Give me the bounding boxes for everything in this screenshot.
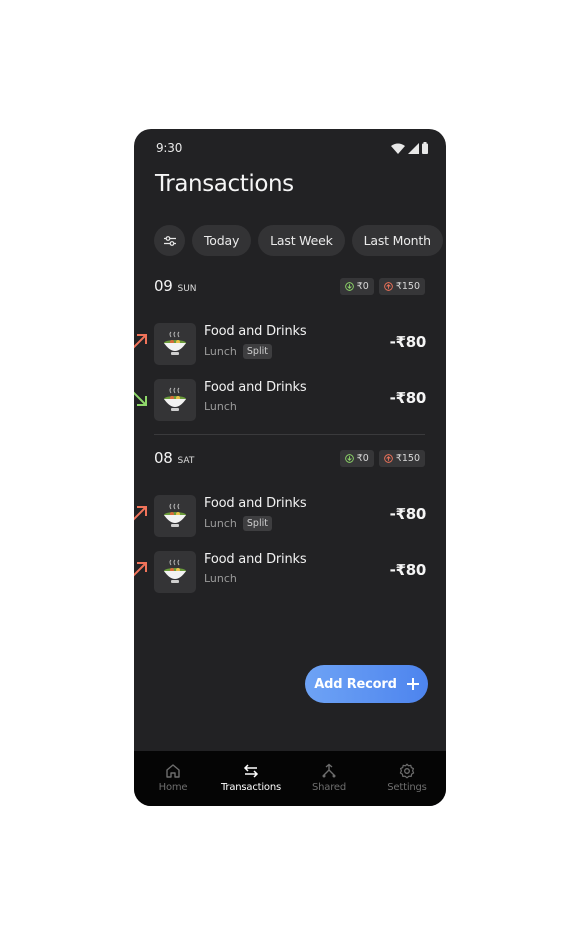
date-number: 08 (154, 449, 173, 467)
transaction-amount: -₹80 (389, 389, 427, 407)
transaction-category: Lunch (204, 345, 237, 358)
day-totals: ₹0 ₹150 (339, 449, 425, 467)
transaction-amount: -₹80 (389, 561, 427, 579)
nav-transactions[interactable]: Transactions (212, 751, 290, 806)
income-amount: ₹0 (356, 452, 369, 464)
transaction-title: Food and Drinks (204, 496, 307, 511)
nav-settings[interactable]: Settings (368, 751, 446, 806)
transaction-category: Lunch (204, 517, 237, 530)
transaction-title: Food and Drinks (204, 380, 307, 395)
phone-screen: 9:30 Transactions Today Last Week Last M… (134, 129, 446, 806)
transaction-subtitle: Lunch Split (204, 516, 272, 531)
bottom-nav: Home Transactions Shared Settings (134, 751, 446, 806)
food-bowl-icon (154, 551, 196, 593)
chip-last-month[interactable]: Last Month (351, 225, 443, 256)
transaction-subtitle: Lunch (204, 572, 237, 585)
nav-home[interactable]: Home (134, 751, 212, 806)
day-totals: ₹0 ₹150 (339, 277, 425, 295)
chip-last-week[interactable]: Last Week (258, 225, 345, 256)
add-record-button[interactable]: Add Record (305, 665, 428, 703)
nav-shared[interactable]: Shared (290, 751, 368, 806)
date-label: 08 SAT (154, 449, 194, 467)
transaction-subtitle: Lunch (204, 400, 237, 413)
arrow-up-circle-icon (383, 453, 393, 463)
income-badge: ₹0 (339, 277, 374, 295)
transaction-category: Lunch (204, 400, 237, 413)
arrow-up-circle-icon (383, 281, 393, 291)
transaction-title: Food and Drinks (204, 552, 307, 567)
outgoing-arrow-icon (134, 334, 147, 349)
date-label: 09 SUN (154, 277, 197, 295)
expense-amount: ₹150 (395, 280, 420, 292)
outgoing-arrow-icon (134, 562, 147, 577)
signal-icon (408, 142, 419, 154)
gear-icon (399, 763, 415, 779)
arrow-down-circle-icon (344, 281, 354, 291)
date-number: 09 (154, 277, 173, 295)
nav-label: Settings (387, 782, 427, 793)
home-icon (166, 764, 180, 778)
plus-icon (406, 678, 419, 690)
filter-chips: Today Last Week Last Month L (154, 225, 446, 256)
food-bowl-icon (154, 323, 196, 365)
date-header: 08 SAT ₹0 ₹150 (154, 448, 425, 468)
transaction-title: Food and Drinks (204, 324, 307, 339)
income-amount: ₹0 (356, 280, 369, 292)
incoming-arrow-icon (134, 391, 147, 406)
date-header: 09 SUN ₹0 ₹150 (154, 276, 425, 296)
transaction-row[interactable]: Food and Drinks Lunch -₹80 (134, 379, 446, 423)
transaction-amount: -₹80 (389, 333, 427, 351)
transaction-row[interactable]: Food and Drinks Lunch Split -₹80 (134, 323, 446, 367)
date-day: SAT (177, 456, 195, 466)
transaction-row[interactable]: Food and Drinks Lunch Split -₹80 (134, 495, 446, 539)
chip-today[interactable]: Today (192, 225, 252, 256)
battery-icon (422, 142, 428, 154)
add-record-label: Add Record (314, 676, 397, 692)
section-divider (154, 434, 425, 435)
date-day: SUN (177, 284, 197, 294)
split-tag: Split (242, 344, 272, 359)
expense-badge: ₹150 (378, 277, 425, 295)
filter-settings-button[interactable] (154, 225, 185, 256)
split-tag: Split (242, 516, 272, 531)
swap-arrows-icon (243, 764, 259, 778)
nav-label: Home (158, 782, 188, 793)
transaction-category: Lunch (204, 572, 237, 585)
food-bowl-icon (154, 379, 196, 421)
outgoing-arrow-icon (134, 506, 147, 521)
expense-amount: ₹150 (395, 452, 420, 464)
wifi-icon (391, 143, 405, 154)
transaction-row[interactable]: Food and Drinks Lunch -₹80 (134, 551, 446, 595)
page-title: Transactions (155, 171, 294, 197)
status-time: 9:30 (156, 141, 183, 155)
expense-badge: ₹150 (378, 449, 425, 467)
transaction-subtitle: Lunch Split (204, 344, 272, 359)
status-icons (391, 142, 428, 154)
food-bowl-icon (154, 495, 196, 537)
arrow-down-circle-icon (344, 453, 354, 463)
share-fork-icon (322, 763, 336, 778)
nav-label: Transactions (220, 782, 282, 793)
sliders-icon (163, 235, 176, 246)
transaction-amount: -₹80 (389, 505, 427, 523)
income-badge: ₹0 (339, 449, 374, 467)
nav-label: Shared (311, 782, 346, 793)
